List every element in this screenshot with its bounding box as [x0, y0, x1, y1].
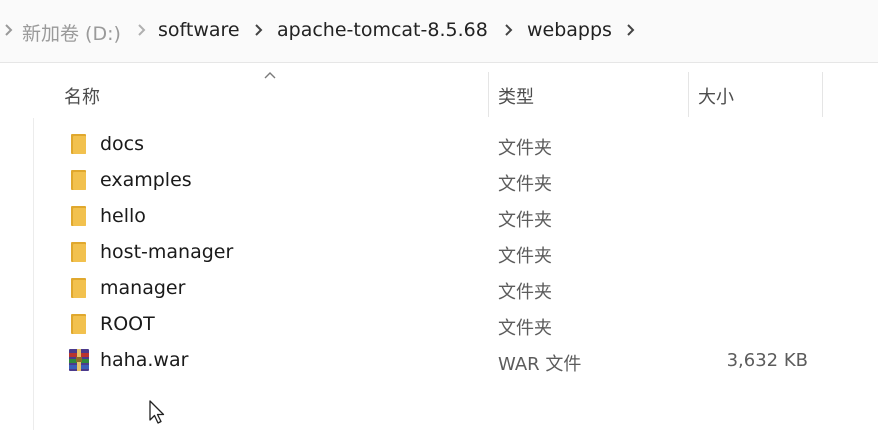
file-type: 文件夹 — [498, 174, 552, 195]
breadcrumb-tomcat[interactable]: apache-tomcat-8.5.68 — [277, 19, 488, 41]
file-row-haha-war[interactable]: haha.war WAR 文件 3,632 KB — [0, 342, 878, 378]
column-divider[interactable] — [822, 72, 823, 117]
file-size: 3,632 KB — [726, 350, 808, 371]
file-type: 文件夹 — [498, 210, 552, 231]
file-name: host-manager — [100, 241, 234, 263]
file-name: hello — [100, 205, 146, 227]
file-name: docs — [100, 133, 145, 155]
file-type: 文件夹 — [498, 318, 552, 339]
file-row-examples[interactable]: examples 文件夹 — [0, 162, 878, 198]
file-row-hello[interactable]: hello 文件夹 — [0, 198, 878, 234]
chevron-right-icon[interactable] — [250, 16, 268, 44]
file-name: ROOT — [100, 313, 155, 335]
file-row-root[interactable]: ROOT 文件夹 — [0, 306, 878, 342]
breadcrumb-software[interactable]: software — [158, 19, 240, 41]
column-header-row: 名称 类型 大小 — [0, 72, 878, 117]
file-type: 文件夹 — [498, 138, 552, 159]
file-type: 文件夹 — [498, 282, 552, 303]
file-type: 文件夹 — [498, 246, 552, 267]
file-row-docs[interactable]: docs 文件夹 — [0, 126, 878, 162]
chevron-right-icon[interactable] — [622, 16, 640, 44]
folder-icon — [71, 206, 86, 226]
file-name: examples — [100, 169, 192, 191]
mouse-cursor-icon — [149, 400, 165, 424]
chevron-right-icon[interactable] — [133, 16, 151, 44]
folder-icon — [71, 278, 86, 298]
column-header-size[interactable]: 大小 — [698, 72, 822, 117]
file-row-manager[interactable]: manager 文件夹 — [0, 270, 878, 306]
file-type: WAR 文件 — [498, 354, 582, 375]
folder-icon — [71, 314, 86, 334]
column-header-name[interactable]: 名称 — [64, 72, 488, 117]
column-divider[interactable] — [488, 72, 489, 117]
column-header-type[interactable]: 类型 — [498, 72, 688, 117]
file-row-host-manager[interactable]: host-manager 文件夹 — [0, 234, 878, 270]
file-name: haha.war — [100, 349, 189, 371]
chevron-right-icon[interactable] — [0, 16, 18, 44]
chevron-right-icon[interactable] — [500, 16, 518, 44]
breadcrumb-drive[interactable]: 新加卷 (D:) — [22, 19, 121, 46]
archive-icon — [69, 349, 89, 371]
breadcrumb-webapps[interactable]: webapps — [527, 19, 612, 41]
folder-icon — [71, 170, 86, 190]
folder-icon — [71, 134, 86, 154]
file-name: manager — [100, 277, 186, 299]
address-bar[interactable]: 新加卷 (D:) software apache-tomcat-8.5.68 w… — [0, 0, 878, 63]
folder-icon — [71, 242, 86, 262]
file-explorer-window: 新加卷 (D:) software apache-tomcat-8.5.68 w… — [0, 0, 878, 430]
column-divider[interactable] — [688, 72, 689, 117]
